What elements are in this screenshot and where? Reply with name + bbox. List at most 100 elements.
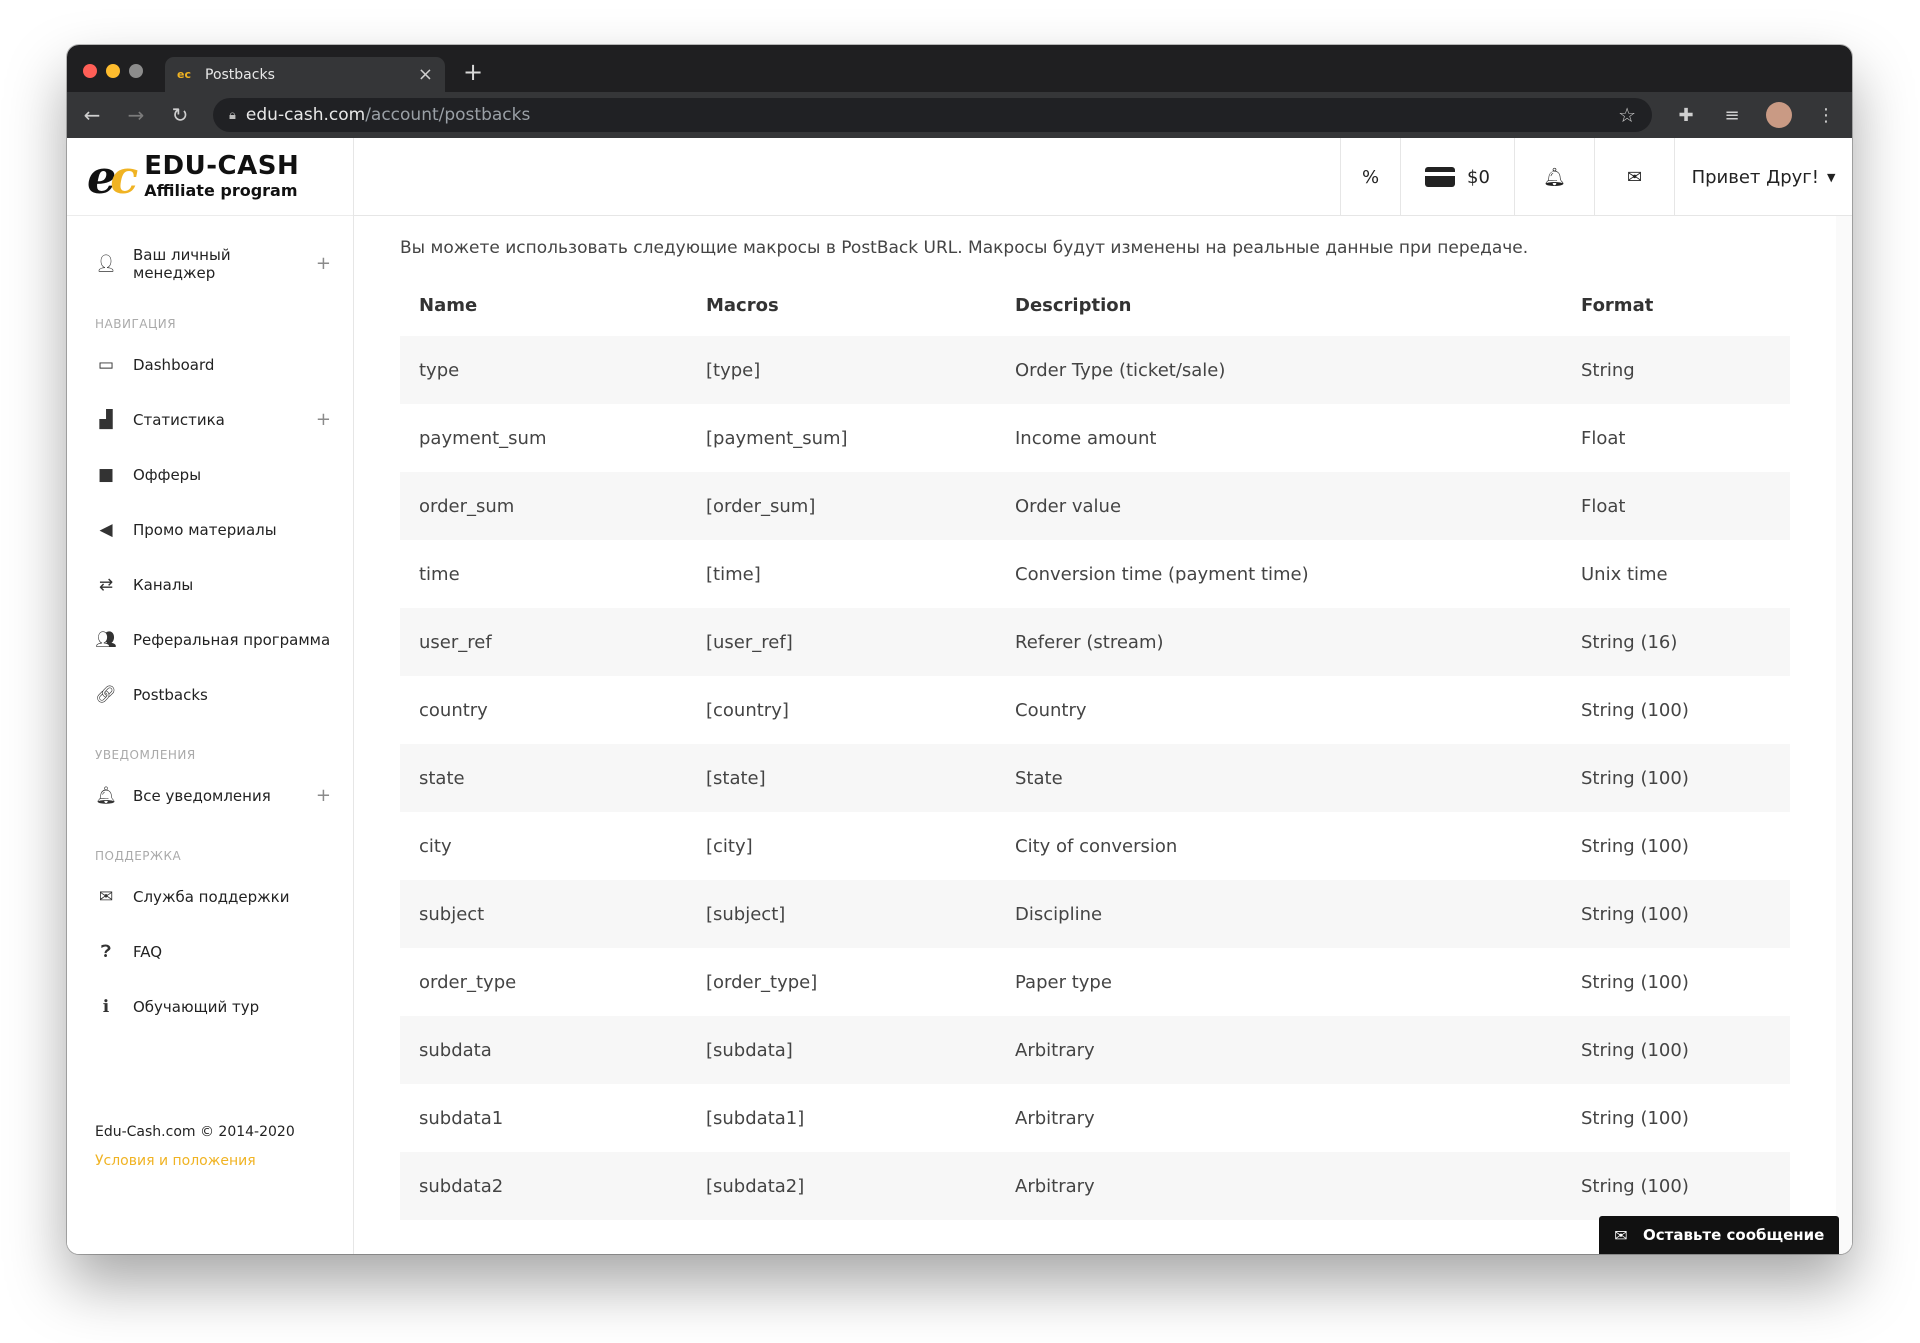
percent-button[interactable]: % xyxy=(1340,138,1400,216)
extensions-puzzle-icon[interactable]: ✚ xyxy=(1674,105,1698,126)
cell-name: user_ref xyxy=(400,608,687,676)
sidebar-item-label: Каналы xyxy=(133,575,194,594)
cell-description: Conversion time (payment time) xyxy=(1015,563,1309,585)
cell-description: Referer (stream) xyxy=(996,608,1562,676)
app: ec EDU-CASH Affiliate program 👤︎ Ваш лич… xyxy=(67,138,1852,1254)
exchange-icon: ⇄ xyxy=(98,574,114,595)
table-row: payment_sum [payment_sum] Income amount Flo… xyxy=(400,404,1790,472)
cell-macro: [city] xyxy=(706,835,753,857)
address-bar[interactable]: 🔒︎ edu-cash.com/account/postbacks ☆ xyxy=(213,98,1652,132)
lock-icon: 🔒︎ xyxy=(229,107,236,123)
cell-macro: [subdata1] xyxy=(706,1107,805,1129)
mail-icon: ✉ xyxy=(98,886,114,907)
reload-icon[interactable]: ↻ xyxy=(169,103,191,127)
table-row: user_ref [user_ref] Referer (stream) String… xyxy=(400,608,1790,676)
cell-name: time xyxy=(419,563,460,585)
sidebar-item-tour[interactable]: ℹ Обучающий тур xyxy=(67,979,353,1034)
bookmark-star-icon[interactable]: ☆ xyxy=(1618,103,1636,127)
cell-description: Arbitrary xyxy=(1015,1107,1095,1129)
link-icon: 🔗︎ xyxy=(95,684,117,705)
sidebar-item-label: Postbacks xyxy=(133,685,208,704)
cell-name: order_sum xyxy=(400,472,687,540)
reading-list-icon[interactable]: ≡ xyxy=(1720,105,1744,126)
logo-subtitle: Affiliate program xyxy=(144,180,298,200)
cell-name: type xyxy=(400,336,687,404)
cell-format: String (100) xyxy=(1581,1107,1689,1129)
cell-description: Paper type xyxy=(1015,971,1112,993)
cell-macro: [payment_sum] xyxy=(706,427,848,449)
sidebar-item-label: Dashboard xyxy=(133,355,215,374)
section-navigation: НАВИГАЦИЯ xyxy=(95,317,177,331)
cell-macro: [time] xyxy=(706,563,761,585)
macros-table: Name Macros Description Format type [type… xyxy=(400,274,1790,1220)
sidebar-item-support[interactable]: ✉ Служба поддержки xyxy=(67,869,353,924)
table-row: state [state] State String (100) xyxy=(400,744,1790,812)
expand-plus-icon[interactable]: + xyxy=(316,409,331,430)
section-notifications: УВЕДОМЛЕНИЯ xyxy=(95,748,196,762)
cell-macro: [country] xyxy=(706,699,789,721)
close-window-button[interactable] xyxy=(83,64,97,78)
balance-button[interactable]: $0 xyxy=(1400,138,1514,216)
close-tab-icon[interactable]: × xyxy=(418,64,433,85)
cell-format: String (100) xyxy=(1562,744,1790,812)
user-icon: 👤︎ xyxy=(95,253,117,274)
messages-button[interactable]: ✉ xyxy=(1594,138,1674,216)
sidebar-item-promo[interactable]: ◀ Промо материалы xyxy=(67,502,353,557)
postbacks-panel: Вы можете использовать следующие макросы… xyxy=(354,216,1836,1254)
bell-icon: 🔔︎ xyxy=(1543,166,1566,188)
forward-icon[interactable]: → xyxy=(125,103,147,127)
sidebar-item-dashboard[interactable]: ▭ Dashboard xyxy=(67,337,353,392)
cell-name: payment_sum xyxy=(419,427,547,449)
notifications-button[interactable]: 🔔︎ xyxy=(1514,138,1594,216)
user-menu-dropdown[interactable]: Привет Друг! ▼ xyxy=(1674,138,1852,216)
envelope-icon: ✉ xyxy=(1614,1225,1628,1245)
cell-macro: [state] xyxy=(687,744,996,812)
profile-avatar-icon[interactable] xyxy=(1766,102,1792,128)
logo[interactable]: ec EDU-CASH Affiliate program xyxy=(67,138,353,216)
column-header-format: Format xyxy=(1581,294,1654,316)
sidebar-item-faq[interactable]: ❓︎ FAQ xyxy=(67,924,353,979)
minimize-window-button[interactable] xyxy=(106,64,120,78)
back-icon[interactable]: ← xyxy=(81,103,103,127)
table-row: time [time] Conversion time (payment time)… xyxy=(400,540,1790,608)
address-toolbar: ← → ↻ 🔒︎ edu-cash.com/account/postbacks … xyxy=(67,92,1852,138)
sidebar-footer: Edu-Cash.com © 2014-2020 Условия и полож… xyxy=(95,1118,295,1176)
cell-name: subdata2 xyxy=(400,1152,687,1220)
cell-macro: [user_ref] xyxy=(687,608,996,676)
cell-format: String xyxy=(1562,336,1790,404)
sidebar-item-label: Офферы xyxy=(133,465,202,484)
terms-link[interactable]: Условия и положения xyxy=(95,1147,295,1176)
credit-card-icon xyxy=(1425,167,1456,187)
zoom-window-button[interactable] xyxy=(129,64,143,78)
chat-widget-button[interactable]: ✉ Оставьте сообщение xyxy=(1599,1216,1839,1254)
expand-plus-icon[interactable]: + xyxy=(316,253,331,274)
cell-name: subdata xyxy=(400,1016,687,1084)
tab-title: Postbacks xyxy=(205,66,275,83)
expand-plus-icon[interactable]: + xyxy=(316,785,331,806)
cell-description: Income amount xyxy=(1015,427,1157,449)
column-header-name: Name xyxy=(419,294,478,316)
sidebar-item-label: Статистика xyxy=(133,410,225,429)
sidebar-item-label: Ваш личный менеджер xyxy=(133,245,231,282)
sidebar-item-referral[interactable]: 👥︎ Реферальная программа xyxy=(67,612,353,667)
table-row: order_sum [order_sum] Order value Float xyxy=(400,472,1790,540)
cell-description: Order value xyxy=(996,472,1562,540)
column-header-description: Description xyxy=(1015,294,1132,316)
table-row: country [country] Country String (100) xyxy=(400,676,1790,744)
chat-label: Оставьте сообщение xyxy=(1643,1226,1825,1244)
cell-name: order_type xyxy=(419,971,517,993)
cell-name: state xyxy=(400,744,687,812)
sidebar-item-label: Промо материалы xyxy=(133,520,277,539)
section-support: ПОДДЕРЖКА xyxy=(95,849,182,863)
new-tab-icon[interactable]: + xyxy=(463,57,483,87)
sidebar-item-channels[interactable]: ⇄ Каналы xyxy=(67,557,353,612)
sidebar-item-postbacks[interactable]: 🔗︎ Postbacks xyxy=(67,667,353,722)
sidebar-item-manager[interactable]: 👤︎ Ваш личный менеджер + xyxy=(67,236,353,291)
browser-tab[interactable]: ec Postbacks × xyxy=(165,57,445,92)
sidebar-item-statistics[interactable]: ▟ Статистика + xyxy=(67,392,353,447)
sidebar-item-offers[interactable]: ■ Офферы xyxy=(67,447,353,502)
sidebar-item-notifications[interactable]: 🔔︎ Все уведомления + xyxy=(67,768,353,823)
chart-icon: ▟ xyxy=(99,409,113,430)
browser-menu-icon[interactable]: ⋮ xyxy=(1814,105,1838,126)
table-row: subdata2 [subdata2] Arbitrary String (100) xyxy=(400,1152,1790,1220)
